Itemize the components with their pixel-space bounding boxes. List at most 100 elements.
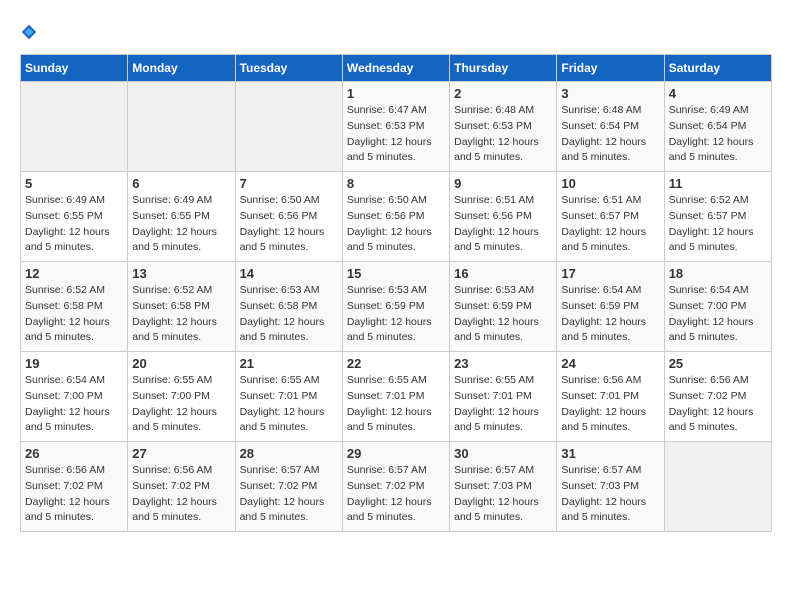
day-number: 14 [240,266,338,281]
day-info: Sunrise: 6:51 AMSunset: 6:56 PMDaylight:… [454,193,552,256]
day-info: Sunrise: 6:48 AMSunset: 6:53 PMDaylight:… [454,103,552,166]
day-number: 30 [454,446,552,461]
calendar-cell: 18Sunrise: 6:54 AMSunset: 7:00 PMDayligh… [664,262,771,352]
day-number: 3 [561,86,659,101]
day-info: Sunrise: 6:55 AMSunset: 7:01 PMDaylight:… [240,373,338,436]
day-info: Sunrise: 6:54 AMSunset: 7:00 PMDaylight:… [25,373,123,436]
day-number: 9 [454,176,552,191]
day-number: 31 [561,446,659,461]
logo-icon [20,23,38,41]
calendar-cell [128,82,235,172]
day-number: 11 [669,176,767,191]
calendar-cell: 15 Sunrise: 6:53 AMSunset: 6:59 PMDayligh… [342,262,449,352]
day-number: 19 [25,356,123,371]
calendar-cell: 19 Sunrise: 6:54 AMSunset: 7:00 PMDayligh… [21,352,128,442]
day-number: 29 [347,446,445,461]
calendar-cell: 12 Sunrise: 6:52 AMSunset: 6:58 PMDayligh… [21,262,128,352]
day-info: Sunrise: 6:50 AMSunset: 6:56 PMDaylight:… [347,193,445,256]
day-number: 8 [347,176,445,191]
day-info: Sunrise: 6:57 AMSunset: 7:03 PMDaylight:… [561,463,659,526]
calendar-week-row: 5 Sunrise: 6:49 AMSunset: 6:55 PMDaylight… [21,172,772,262]
day-number: 17 [561,266,659,281]
day-number: 5 [25,176,123,191]
day-info: Sunrise: 6:54 AMSunset: 6:59 PMDaylight:… [561,283,659,346]
day-number: 27 [132,446,230,461]
day-number: 26 [25,446,123,461]
day-number: 15 [347,266,445,281]
day-info: Sunrise: 6:56 AMSunset: 7:02 PMDaylight:… [669,373,767,436]
day-number: 7 [240,176,338,191]
calendar-cell: 29 Sunrise: 6:57 AMSunset: 7:02 PMDayligh… [342,442,449,532]
calendar-cell: 11 Sunrise: 6:52 AMSunset: 6:57 PMDayligh… [664,172,771,262]
column-header-saturday: Saturday [664,55,771,82]
column-header-friday: Friday [557,55,664,82]
calendar-week-row: 12 Sunrise: 6:52 AMSunset: 6:58 PMDayligh… [21,262,772,352]
day-info: Sunrise: 6:51 AMSunset: 6:57 PMDaylight:… [561,193,659,256]
logo [20,20,40,44]
column-header-sunday: Sunday [21,55,128,82]
day-info: Sunrise: 6:56 AMSunset: 7:02 PMDaylight:… [25,463,123,526]
calendar-cell: 22 Sunrise: 6:55 AMSunset: 7:01 PMDayligh… [342,352,449,442]
day-number: 10 [561,176,659,191]
day-info: Sunrise: 6:57 AMSunset: 7:02 PMDaylight:… [240,463,338,526]
day-info: Sunrise: 6:56 AMSunset: 7:01 PMDaylight:… [561,373,659,436]
day-number: 20 [132,356,230,371]
calendar-cell: 6 Sunrise: 6:49 AMSunset: 6:55 PMDaylight… [128,172,235,262]
day-info: Sunrise: 6:53 AMSunset: 6:59 PMDaylight:… [454,283,552,346]
day-number: 23 [454,356,552,371]
calendar-cell: 27 Sunrise: 6:56 AMSunset: 7:02 PMDayligh… [128,442,235,532]
day-info: Sunrise: 6:55 AMSunset: 7:00 PMDaylight:… [132,373,230,436]
calendar-cell: 28 Sunrise: 6:57 AMSunset: 7:02 PMDayligh… [235,442,342,532]
day-info: Sunrise: 6:52 AMSunset: 6:58 PMDaylight:… [25,283,123,346]
day-info: Sunrise: 6:53 AMSunset: 6:59 PMDaylight:… [347,283,445,346]
calendar-cell: 4Sunrise: 6:49 AMSunset: 6:54 PMDaylight… [664,82,771,172]
calendar-cell: 20 Sunrise: 6:55 AMSunset: 7:00 PMDayligh… [128,352,235,442]
calendar-cell: 1 Sunrise: 6:47 AMSunset: 6:53 PMDaylight… [342,82,449,172]
day-number: 28 [240,446,338,461]
calendar-cell [21,82,128,172]
day-info: Sunrise: 6:49 AMSunset: 6:55 PMDaylight:… [25,193,123,256]
calendar-cell: 24 Sunrise: 6:56 AMSunset: 7:01 PMDayligh… [557,352,664,442]
calendar-cell: 3 Sunrise: 6:48 AMSunset: 6:54 PMDaylight… [557,82,664,172]
calendar-cell: 10 Sunrise: 6:51 AMSunset: 6:57 PMDayligh… [557,172,664,262]
day-number: 1 [347,86,445,101]
day-info: Sunrise: 6:47 AMSunset: 6:53 PMDaylight:… [347,103,445,166]
day-number: 4 [669,86,767,101]
day-number: 2 [454,86,552,101]
day-info: Sunrise: 6:56 AMSunset: 7:02 PMDaylight:… [132,463,230,526]
calendar-cell: 31 Sunrise: 6:57 AMSunset: 7:03 PMDayligh… [557,442,664,532]
day-number: 12 [25,266,123,281]
calendar-cell: 5 Sunrise: 6:49 AMSunset: 6:55 PMDaylight… [21,172,128,262]
day-info: Sunrise: 6:57 AMSunset: 7:03 PMDaylight:… [454,463,552,526]
calendar-cell: 8 Sunrise: 6:50 AMSunset: 6:56 PMDaylight… [342,172,449,262]
calendar-cell: 16Sunrise: 6:53 AMSunset: 6:59 PMDayligh… [450,262,557,352]
day-info: Sunrise: 6:57 AMSunset: 7:02 PMDaylight:… [347,463,445,526]
day-info: Sunrise: 6:49 AMSunset: 6:55 PMDaylight:… [132,193,230,256]
calendar-cell: 9 Sunrise: 6:51 AMSunset: 6:56 PMDaylight… [450,172,557,262]
calendar-cell: 23 Sunrise: 6:55 AMSunset: 7:01 PMDayligh… [450,352,557,442]
day-number: 6 [132,176,230,191]
calendar-cell: 14Sunrise: 6:53 AMSunset: 6:58 PMDayligh… [235,262,342,352]
column-header-wednesday: Wednesday [342,55,449,82]
day-info: Sunrise: 6:55 AMSunset: 7:01 PMDaylight:… [347,373,445,436]
calendar-cell: 21 Sunrise: 6:55 AMSunset: 7:01 PMDayligh… [235,352,342,442]
calendar-week-row: 1 Sunrise: 6:47 AMSunset: 6:53 PMDaylight… [21,82,772,172]
column-header-tuesday: Tuesday [235,55,342,82]
day-info: Sunrise: 6:48 AMSunset: 6:54 PMDaylight:… [561,103,659,166]
column-header-monday: Monday [128,55,235,82]
day-number: 13 [132,266,230,281]
day-number: 18 [669,266,767,281]
calendar-cell: 26 Sunrise: 6:56 AMSunset: 7:02 PMDayligh… [21,442,128,532]
day-info: Sunrise: 6:52 AMSunset: 6:57 PMDaylight:… [669,193,767,256]
column-header-thursday: Thursday [450,55,557,82]
day-info: Sunrise: 6:55 AMSunset: 7:01 PMDaylight:… [454,373,552,436]
day-number: 21 [240,356,338,371]
calendar-cell [664,442,771,532]
day-number: 25 [669,356,767,371]
calendar-table: SundayMondayTuesdayWednesdayThursdayFrid… [20,54,772,532]
calendar-cell [235,82,342,172]
day-number: 22 [347,356,445,371]
calendar-week-row: 26 Sunrise: 6:56 AMSunset: 7:02 PMDayligh… [21,442,772,532]
calendar-cell: 17 Sunrise: 6:54 AMSunset: 6:59 PMDayligh… [557,262,664,352]
day-number: 24 [561,356,659,371]
